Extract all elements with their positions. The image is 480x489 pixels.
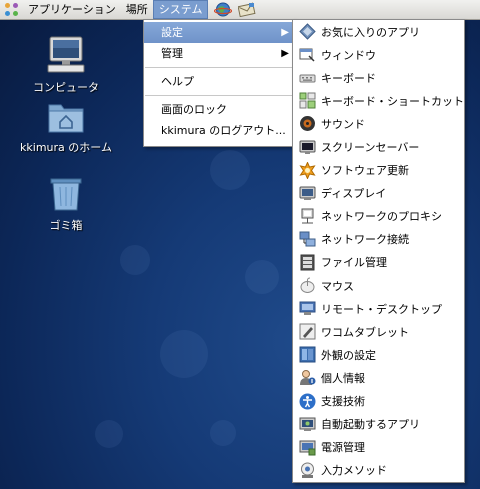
pref-keyboard[interactable]: キーボード	[293, 66, 464, 89]
pref-software-update[interactable]: ソフトウェア更新	[293, 159, 464, 182]
network-proxy-icon	[301, 208, 314, 224]
pref-label: 個人情報	[321, 371, 365, 385]
wallpaper-bokeh	[95, 420, 123, 448]
pref-label: ディスプレイ	[321, 187, 387, 201]
desktop-icon-label: コンピュータ	[33, 81, 99, 94]
pref-mouse[interactable]: マウス	[293, 274, 464, 297]
menu-separator	[145, 67, 293, 68]
pref-sound[interactable]: サウンド	[293, 112, 464, 135]
pref-label: サウンド	[321, 117, 365, 131]
menu-separator	[145, 95, 293, 96]
pref-label: 外観の設定	[321, 348, 376, 362]
mouse-icon	[300, 277, 315, 294]
desktop-icon-computer[interactable]: コンピュータ	[11, 36, 121, 95]
pref-label: キーボード・ショートカット	[321, 94, 464, 108]
pref-network-proxy[interactable]: ネットワークのプロキシ	[293, 205, 464, 228]
keyboard-shortcuts-icon	[299, 92, 316, 109]
applications-menu[interactable]: アプリケーション	[23, 0, 121, 19]
keyboard-icon	[299, 74, 316, 83]
pref-favorites[interactable]: お気に入りのアプリ	[293, 20, 464, 43]
wacom-tablet-icon	[299, 323, 316, 340]
pref-label: ネットワークのプロキシ	[321, 210, 442, 224]
menu-item-logout[interactable]: kkimura のログアウト...	[144, 120, 294, 141]
pref-label: 支援技術	[321, 395, 365, 409]
top-panel: アプリケーション 場所 システム	[0, 0, 480, 20]
pref-label: ワコムタブレット	[321, 325, 409, 339]
pref-label: 入力メソッド	[321, 464, 387, 478]
pref-label: スクリーンセーバー	[321, 141, 420, 155]
pref-wacom-tablet[interactable]: ワコムタブレット	[293, 320, 464, 343]
pref-label: ウィンドウ	[321, 48, 376, 62]
pref-file-management[interactable]: ファイル管理	[293, 251, 464, 274]
desktop-icon-label: kkimura のホーム	[20, 141, 112, 154]
places-menu[interactable]: 場所	[121, 0, 153, 19]
wallpaper-bokeh	[210, 150, 250, 190]
home-folder-icon	[48, 104, 84, 133]
wallpaper-bokeh	[210, 420, 236, 446]
trash-icon	[50, 178, 82, 211]
pref-startup-apps[interactable]: 自動起動するアプリ	[293, 413, 464, 436]
power-management-icon	[299, 440, 316, 456]
pref-label: リモート・デスクトップ	[321, 302, 442, 316]
personal-info-icon	[300, 370, 316, 386]
file-management-icon	[300, 254, 315, 271]
pref-label: マウス	[321, 279, 354, 293]
menu-item-preferences[interactable]: 設定 ▶	[144, 22, 294, 43]
pref-network-connections[interactable]: ネットワーク接続	[293, 228, 464, 251]
preferences-submenu: お気に入りのアプリ ウィンドウ キーボード キーボード・ショートカット サウンド…	[292, 19, 465, 483]
windows-icon	[299, 48, 315, 62]
display-icon	[299, 186, 316, 200]
software-update-icon	[299, 161, 316, 179]
desktop-icon-trash[interactable]: ゴミ箱	[11, 176, 121, 233]
sound-icon	[300, 116, 315, 132]
pref-appearance[interactable]: 外観の設定	[293, 343, 464, 366]
email-client-icon[interactable]	[238, 2, 256, 17]
wallpaper-bokeh	[245, 260, 279, 294]
menu-item-label: kkimura のログアウト...	[161, 124, 286, 137]
pref-label: お気に入りのアプリ	[321, 25, 420, 39]
menu-item-label: 管理	[161, 47, 183, 60]
pref-label: 電源管理	[321, 441, 365, 455]
menu-item-lock-screen[interactable]: 画面のロック	[144, 99, 294, 120]
wallpaper-bokeh	[160, 330, 208, 378]
appearance-icon	[299, 346, 316, 363]
distro-logo-icon	[5, 2, 19, 17]
startup-apps-icon	[299, 417, 316, 431]
pref-display[interactable]: ディスプレイ	[293, 182, 464, 205]
accessibility-icon	[299, 393, 316, 410]
system-dropdown-menu: 設定 ▶ 管理 ▶ ヘルプ 画面のロック kkimura のログアウト...	[143, 19, 295, 147]
pref-windows[interactable]: ウィンドウ	[293, 43, 464, 66]
pref-power-management[interactable]: 電源管理	[293, 436, 464, 459]
pref-input-method[interactable]: 入力メソッド	[293, 459, 464, 482]
favorites-icon	[299, 23, 316, 40]
desktop-icon-label: ゴミ箱	[49, 219, 83, 232]
menu-item-label: 画面のロック	[161, 103, 227, 116]
input-method-icon	[301, 462, 314, 478]
pref-keyboard-shortcuts[interactable]: キーボード・ショートカット	[293, 89, 464, 112]
pref-label: キーボード	[321, 71, 376, 85]
computer-icon	[47, 36, 85, 73]
submenu-arrow-icon: ▶	[281, 27, 289, 38]
submenu-arrow-icon: ▶	[281, 48, 289, 59]
web-browser-icon[interactable]	[214, 2, 233, 17]
menu-item-help[interactable]: ヘルプ	[144, 71, 294, 92]
menu-item-label: ヘルプ	[161, 75, 194, 88]
remote-desktop-icon	[299, 301, 316, 316]
pref-label: ソフトウェア更新	[321, 164, 409, 178]
pref-label: 自動起動するアプリ	[321, 418, 420, 432]
menu-item-label: 設定	[161, 26, 183, 39]
screensaver-icon	[299, 140, 316, 154]
pref-label: ファイル管理	[321, 256, 387, 270]
menu-item-administration[interactable]: 管理 ▶	[144, 43, 294, 64]
pref-remote-desktop[interactable]: リモート・デスクトップ	[293, 297, 464, 320]
system-menu[interactable]: システム	[152, 0, 209, 19]
network-connections-icon	[299, 231, 316, 247]
pref-label: ネットワーク接続	[321, 233, 409, 247]
desktop-icon-home[interactable]: kkimura のホーム	[11, 100, 121, 155]
pref-accessibility[interactable]: 支援技術	[293, 390, 464, 413]
pref-screensaver[interactable]: スクリーンセーバー	[293, 135, 464, 158]
pref-personal-info[interactable]: 個人情報	[293, 366, 464, 389]
wallpaper-bokeh	[120, 245, 150, 275]
